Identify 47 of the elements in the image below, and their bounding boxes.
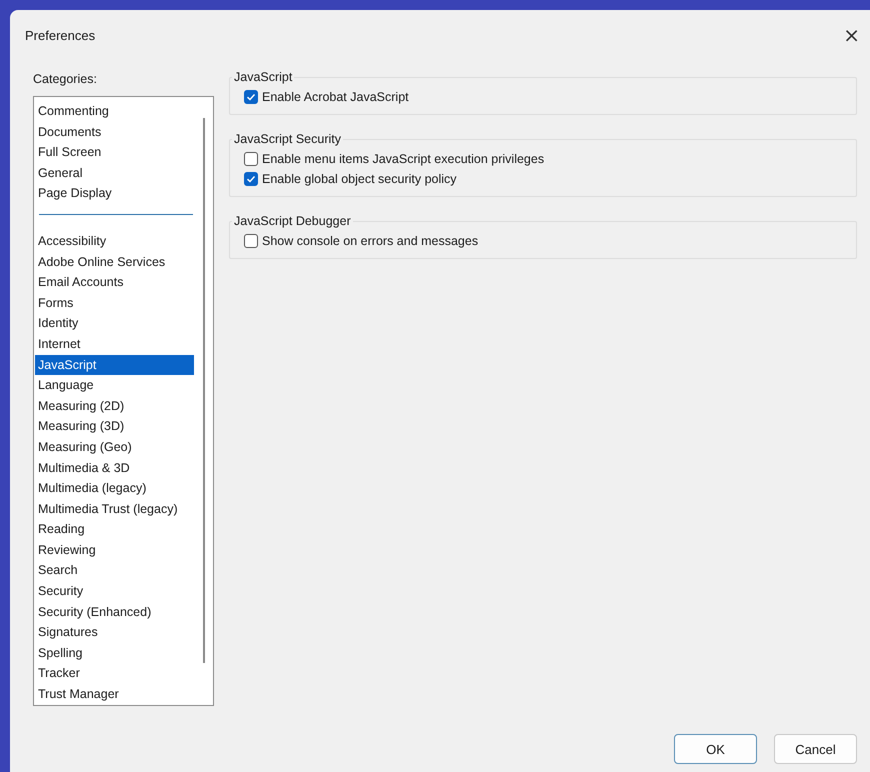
category-item[interactable]: Email Accounts bbox=[35, 272, 194, 293]
group-title: JavaScript Debugger bbox=[233, 214, 352, 228]
category-item[interactable]: Forms bbox=[35, 292, 194, 314]
categories-label: Categories: bbox=[33, 72, 98, 86]
category-item[interactable]: Documents bbox=[35, 122, 194, 142]
category-item[interactable]: Tracker bbox=[35, 663, 194, 684]
close-button[interactable]: × bbox=[839, 23, 864, 47]
category-item[interactable]: Security bbox=[35, 581, 194, 602]
category-item[interactable]: Measuring (Geo) bbox=[35, 436, 194, 458]
category-item[interactable]: Commenting bbox=[35, 101, 194, 122]
category-item[interactable]: JavaScript bbox=[35, 354, 194, 376]
checkbox[interactable] bbox=[244, 90, 258, 104]
category-item[interactable]: Full Screen bbox=[35, 142, 194, 163]
category-item[interactable]: Multimedia (legacy) bbox=[35, 478, 194, 499]
category-item[interactable]: Signatures bbox=[35, 622, 194, 643]
checkbox-label[interactable]: Enable Acrobat JavaScript bbox=[262, 90, 409, 104]
checkmark-icon bbox=[246, 174, 256, 184]
window-title: Preferences bbox=[25, 28, 96, 42]
category-item[interactable]: Adobe Online Services bbox=[35, 252, 194, 272]
category-item[interactable]: Language bbox=[35, 375, 194, 396]
dialog-button[interactable]: OK bbox=[674, 734, 757, 764]
checkmark-icon bbox=[246, 92, 256, 102]
category-item[interactable]: Security (Enhanced) bbox=[35, 602, 194, 622]
scrollbar-thumb[interactable] bbox=[202, 118, 204, 663]
checkbox[interactable] bbox=[244, 152, 258, 166]
checkbox-label[interactable]: Enable global object security policy bbox=[262, 172, 457, 186]
checkbox[interactable] bbox=[244, 234, 258, 248]
category-item[interactable]: Measuring (3D) bbox=[35, 416, 194, 437]
category-item[interactable]: Spelling bbox=[35, 642, 194, 664]
group-title: JavaScript Security bbox=[233, 132, 342, 146]
category-item[interactable]: Reviewing bbox=[35, 540, 194, 560]
category-item[interactable]: Search bbox=[35, 560, 194, 582]
dialog-button[interactable]: Cancel bbox=[774, 734, 857, 764]
category-item[interactable]: Multimedia & 3D bbox=[35, 458, 194, 478]
checkbox[interactable] bbox=[244, 172, 258, 186]
category-item[interactable]: Accessibility bbox=[35, 230, 194, 252]
category-item[interactable]: Reading bbox=[35, 519, 194, 540]
checkbox-label[interactable]: Show console on errors and messages bbox=[262, 234, 478, 248]
checkbox-label[interactable]: Enable menu items JavaScript execution privileges bbox=[262, 152, 544, 166]
category-item[interactable]: Internet bbox=[35, 334, 194, 355]
category-item[interactable]: Identity bbox=[35, 313, 194, 334]
category-item[interactable]: Page Display bbox=[35, 183, 194, 204]
group-title: JavaScript bbox=[233, 70, 294, 84]
category-item[interactable]: General bbox=[35, 162, 194, 184]
category-item[interactable]: Trust Manager bbox=[35, 684, 194, 705]
category-item[interactable]: Measuring (2D) bbox=[35, 396, 194, 416]
category-item[interactable]: Multimedia Trust (legacy) bbox=[35, 498, 194, 520]
